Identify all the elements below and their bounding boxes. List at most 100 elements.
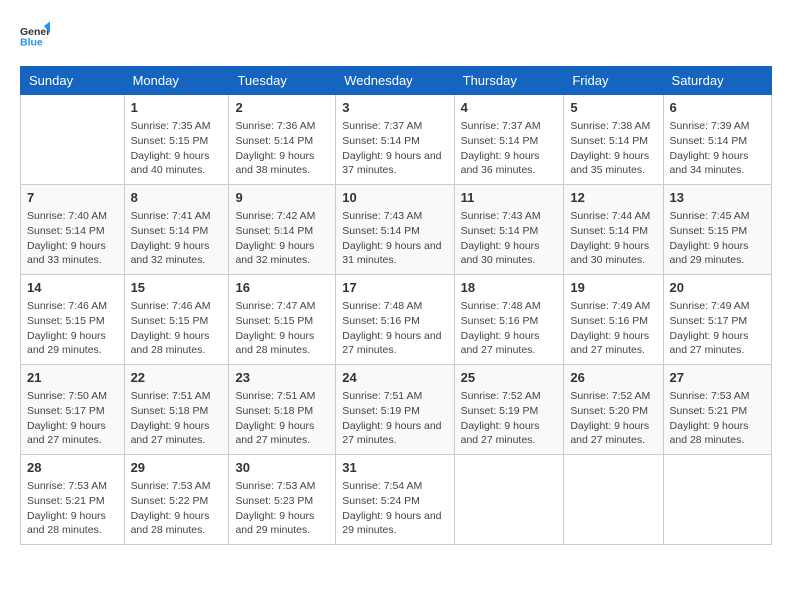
day-number: 15 [131,279,223,297]
day-info: Sunrise: 7:54 AMSunset: 5:24 PMDaylight:… [342,479,447,538]
calendar-cell: 7 Sunrise: 7:40 AMSunset: 5:14 PMDayligh… [21,185,125,275]
day-info: Sunrise: 7:46 AMSunset: 5:15 PMDaylight:… [27,299,118,358]
day-info: Sunrise: 7:38 AMSunset: 5:14 PMDaylight:… [570,119,656,178]
day-info: Sunrise: 7:49 AMSunset: 5:17 PMDaylight:… [670,299,765,358]
calendar-cell: 10 Sunrise: 7:43 AMSunset: 5:14 PMDaylig… [336,185,454,275]
day-info: Sunrise: 7:47 AMSunset: 5:15 PMDaylight:… [235,299,329,358]
day-info: Sunrise: 7:46 AMSunset: 5:15 PMDaylight:… [131,299,223,358]
calendar-cell: 6 Sunrise: 7:39 AMSunset: 5:14 PMDayligh… [663,95,771,185]
day-info: Sunrise: 7:51 AMSunset: 5:19 PMDaylight:… [342,389,447,448]
calendar-cell: 15 Sunrise: 7:46 AMSunset: 5:15 PMDaylig… [124,275,229,365]
day-info: Sunrise: 7:48 AMSunset: 5:16 PMDaylight:… [342,299,447,358]
day-number: 10 [342,189,447,207]
calendar-cell [21,95,125,185]
day-number: 19 [570,279,656,297]
day-number: 1 [131,99,223,117]
day-number: 24 [342,369,447,387]
calendar-cell: 23 Sunrise: 7:51 AMSunset: 5:18 PMDaylig… [229,365,336,455]
day-info: Sunrise: 7:48 AMSunset: 5:16 PMDaylight:… [461,299,558,358]
svg-text:Blue: Blue [20,37,43,49]
logo-icon: General Blue [20,20,50,50]
day-info: Sunrise: 7:35 AMSunset: 5:15 PMDaylight:… [131,119,223,178]
day-number: 20 [670,279,765,297]
weekday-header-thursday: Thursday [454,67,564,95]
calendar-cell: 8 Sunrise: 7:41 AMSunset: 5:14 PMDayligh… [124,185,229,275]
day-number: 2 [235,99,329,117]
calendar-cell: 11 Sunrise: 7:43 AMSunset: 5:14 PMDaylig… [454,185,564,275]
calendar-cell: 3 Sunrise: 7:37 AMSunset: 5:14 PMDayligh… [336,95,454,185]
weekday-header-friday: Friday [564,67,663,95]
calendar-cell: 20 Sunrise: 7:49 AMSunset: 5:17 PMDaylig… [663,275,771,365]
day-info: Sunrise: 7:42 AMSunset: 5:14 PMDaylight:… [235,209,329,268]
calendar-cell: 26 Sunrise: 7:52 AMSunset: 5:20 PMDaylig… [564,365,663,455]
calendar-cell: 18 Sunrise: 7:48 AMSunset: 5:16 PMDaylig… [454,275,564,365]
calendar-cell: 14 Sunrise: 7:46 AMSunset: 5:15 PMDaylig… [21,275,125,365]
day-info: Sunrise: 7:39 AMSunset: 5:14 PMDaylight:… [670,119,765,178]
calendar-cell: 30 Sunrise: 7:53 AMSunset: 5:23 PMDaylig… [229,455,336,545]
day-info: Sunrise: 7:53 AMSunset: 5:22 PMDaylight:… [131,479,223,538]
day-info: Sunrise: 7:40 AMSunset: 5:14 PMDaylight:… [27,209,118,268]
calendar-cell: 27 Sunrise: 7:53 AMSunset: 5:21 PMDaylig… [663,365,771,455]
weekday-header-saturday: Saturday [663,67,771,95]
weekday-header-tuesday: Tuesday [229,67,336,95]
calendar-week-1: 7 Sunrise: 7:40 AMSunset: 5:14 PMDayligh… [21,185,772,275]
day-info: Sunrise: 7:36 AMSunset: 5:14 PMDaylight:… [235,119,329,178]
day-info: Sunrise: 7:45 AMSunset: 5:15 PMDaylight:… [670,209,765,268]
calendar-cell: 4 Sunrise: 7:37 AMSunset: 5:14 PMDayligh… [454,95,564,185]
calendar-cell [564,455,663,545]
day-number: 18 [461,279,558,297]
calendar-week-3: 21 Sunrise: 7:50 AMSunset: 5:17 PMDaylig… [21,365,772,455]
calendar-cell: 17 Sunrise: 7:48 AMSunset: 5:16 PMDaylig… [336,275,454,365]
calendar-cell: 31 Sunrise: 7:54 AMSunset: 5:24 PMDaylig… [336,455,454,545]
day-number: 17 [342,279,447,297]
day-info: Sunrise: 7:53 AMSunset: 5:21 PMDaylight:… [670,389,765,448]
day-number: 14 [27,279,118,297]
day-number: 22 [131,369,223,387]
weekday-header-monday: Monday [124,67,229,95]
day-info: Sunrise: 7:51 AMSunset: 5:18 PMDaylight:… [235,389,329,448]
day-number: 3 [342,99,447,117]
calendar-cell: 22 Sunrise: 7:51 AMSunset: 5:18 PMDaylig… [124,365,229,455]
day-info: Sunrise: 7:43 AMSunset: 5:14 PMDaylight:… [342,209,447,268]
calendar-cell: 29 Sunrise: 7:53 AMSunset: 5:22 PMDaylig… [124,455,229,545]
day-number: 7 [27,189,118,207]
calendar-week-0: 1 Sunrise: 7:35 AMSunset: 5:15 PMDayligh… [21,95,772,185]
calendar-cell [663,455,771,545]
calendar-cell: 25 Sunrise: 7:52 AMSunset: 5:19 PMDaylig… [454,365,564,455]
day-info: Sunrise: 7:44 AMSunset: 5:14 PMDaylight:… [570,209,656,268]
calendar-cell: 16 Sunrise: 7:47 AMSunset: 5:15 PMDaylig… [229,275,336,365]
day-number: 31 [342,459,447,477]
calendar-week-2: 14 Sunrise: 7:46 AMSunset: 5:15 PMDaylig… [21,275,772,365]
day-number: 21 [27,369,118,387]
weekday-header-wednesday: Wednesday [336,67,454,95]
calendar-table: SundayMondayTuesdayWednesdayThursdayFrid… [20,66,772,545]
calendar-cell: 5 Sunrise: 7:38 AMSunset: 5:14 PMDayligh… [564,95,663,185]
calendar-header-row: SundayMondayTuesdayWednesdayThursdayFrid… [21,67,772,95]
calendar-cell [454,455,564,545]
day-number: 5 [570,99,656,117]
calendar-cell: 24 Sunrise: 7:51 AMSunset: 5:19 PMDaylig… [336,365,454,455]
day-info: Sunrise: 7:37 AMSunset: 5:14 PMDaylight:… [342,119,447,178]
day-number: 27 [670,369,765,387]
calendar-cell: 2 Sunrise: 7:36 AMSunset: 5:14 PMDayligh… [229,95,336,185]
weekday-header-sunday: Sunday [21,67,125,95]
page-header: General Blue [20,20,772,50]
day-number: 11 [461,189,558,207]
day-info: Sunrise: 7:50 AMSunset: 5:17 PMDaylight:… [27,389,118,448]
day-number: 28 [27,459,118,477]
day-number: 26 [570,369,656,387]
day-info: Sunrise: 7:52 AMSunset: 5:20 PMDaylight:… [570,389,656,448]
day-number: 23 [235,369,329,387]
calendar-cell: 12 Sunrise: 7:44 AMSunset: 5:14 PMDaylig… [564,185,663,275]
day-info: Sunrise: 7:43 AMSunset: 5:14 PMDaylight:… [461,209,558,268]
calendar-cell: 21 Sunrise: 7:50 AMSunset: 5:17 PMDaylig… [21,365,125,455]
day-number: 8 [131,189,223,207]
day-info: Sunrise: 7:53 AMSunset: 5:23 PMDaylight:… [235,479,329,538]
calendar-cell: 19 Sunrise: 7:49 AMSunset: 5:16 PMDaylig… [564,275,663,365]
day-number: 6 [670,99,765,117]
day-number: 29 [131,459,223,477]
day-number: 25 [461,369,558,387]
calendar-cell: 13 Sunrise: 7:45 AMSunset: 5:15 PMDaylig… [663,185,771,275]
day-info: Sunrise: 7:52 AMSunset: 5:19 PMDaylight:… [461,389,558,448]
calendar-cell: 1 Sunrise: 7:35 AMSunset: 5:15 PMDayligh… [124,95,229,185]
